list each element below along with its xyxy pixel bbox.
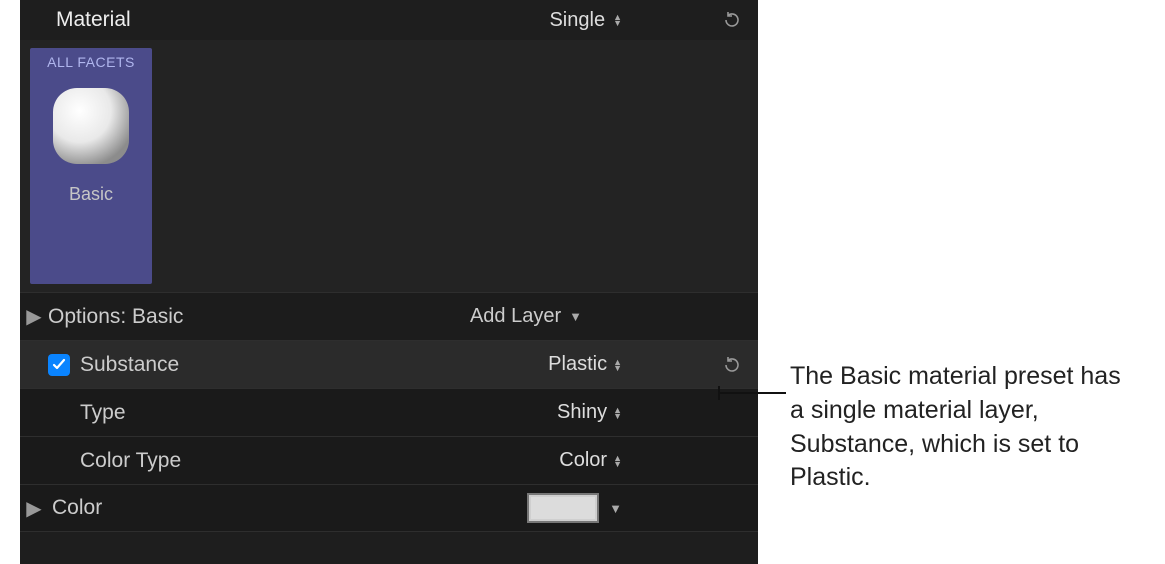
material-inspector-panel: Material Single ▲▼ ALL FACETS [20,0,758,564]
add-layer-label: Add Layer [470,305,561,328]
substance-label: Substance [80,353,179,377]
facet-label: ALL FACETS [47,54,135,70]
color-well[interactable] [527,493,599,523]
section-title: Material [56,8,549,32]
type-value: Shiny [557,401,607,424]
color-well-group: ▼ [527,493,622,523]
reset-icon[interactable] [722,355,742,375]
type-label: Type [80,401,126,425]
type-row: ▶ Type Shiny ▲▼ [20,388,758,436]
facet-thumbnail-all[interactable]: ALL FACETS Basic [30,48,152,284]
color-type-value: Color [559,449,607,472]
options-row: ▶ Options: Basic Add Layer ▼ [20,292,758,340]
facet-mode-popup[interactable]: Single ▲▼ [549,9,622,32]
material-header: Material Single ▲▼ [20,0,758,40]
updown-icon: ▲▼ [613,407,622,419]
color-popup-chevron-icon[interactable]: ▼ [609,501,622,516]
substance-value-popup[interactable]: Plastic ▲▼ [548,353,622,376]
updown-icon: ▲▼ [613,455,622,467]
reset-icon[interactable] [722,10,742,30]
color-type-row: ▶ Color Type Color ▲▼ [20,436,758,484]
updown-icon: ▲▼ [613,359,622,371]
disclosure-triangle-icon[interactable]: ▶ [20,496,48,521]
color-swatch-icon [531,497,595,519]
material-thumbnail-area: ALL FACETS Basic [20,40,758,292]
updown-icon: ▲▼ [613,14,622,26]
color-label: Color [52,496,102,520]
callout-line [720,392,786,394]
substance-enable-checkbox[interactable] [48,354,70,376]
options-label: Options: Basic [48,305,183,329]
facet-mode-value: Single [549,9,605,32]
disclosure-triangle-icon[interactable]: ▶ [20,304,48,329]
add-layer-menu[interactable]: Add Layer ▼ [470,305,582,328]
color-row: ▶ Color ▼ [20,484,758,532]
substance-value: Plastic [548,353,607,376]
type-value-popup[interactable]: Shiny ▲▼ [557,401,622,424]
annotation-text: The Basic material preset has a single m… [790,360,1140,495]
material-preset-name: Basic [69,184,113,205]
material-preview-icon [41,76,141,176]
substance-row: ▶ Substance Plastic ▲▼ [20,340,758,388]
chevron-down-icon: ▼ [569,309,582,324]
color-type-label: Color Type [80,449,181,473]
color-type-value-popup[interactable]: Color ▲▼ [559,449,622,472]
